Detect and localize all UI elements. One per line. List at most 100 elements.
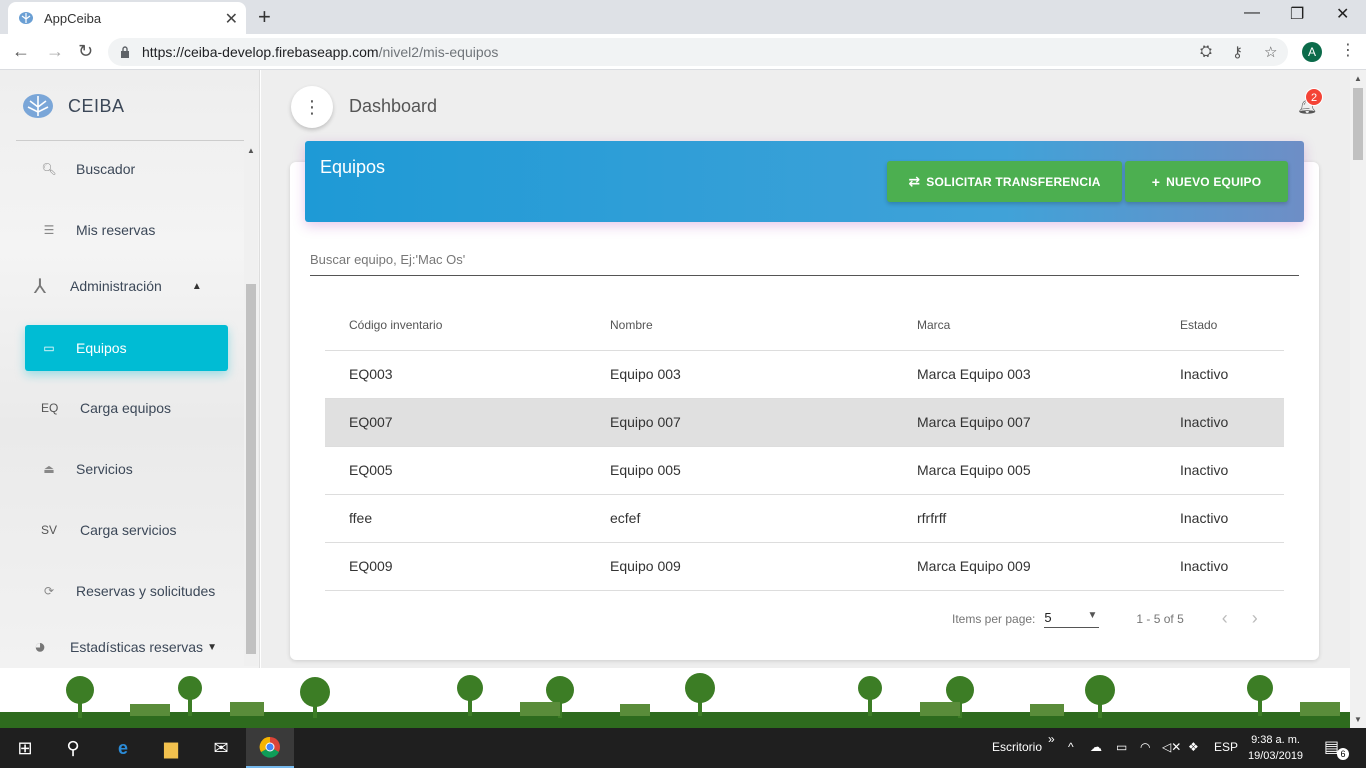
sidebar-item-equipos[interactable]: ▭ Equipos bbox=[25, 325, 228, 371]
toolbar-expand-icon[interactable]: » bbox=[1048, 732, 1055, 746]
previous-page-icon[interactable]: ‹ bbox=[1222, 608, 1228, 629]
back-icon[interactable]: ← bbox=[12, 41, 30, 62]
lock-icon bbox=[121, 46, 129, 58]
scroll-down-icon[interactable]: ▼ bbox=[1354, 715, 1362, 724]
table-cell: Marca Equipo 003 bbox=[917, 350, 1180, 399]
column-header[interactable]: Marca bbox=[917, 300, 1180, 351]
items-per-page-label: Items per page: bbox=[952, 611, 1036, 626]
url-field[interactable]: https://ceiba-develop.firebaseapp.com/ni… bbox=[108, 38, 1288, 66]
brand[interactable]: CEIBA bbox=[22, 92, 125, 120]
scrollbar-thumb[interactable] bbox=[1353, 88, 1363, 160]
sidebar-item-label: Buscador bbox=[76, 161, 136, 177]
browser-menu-icon[interactable]: ⋮ bbox=[1340, 40, 1356, 60]
more-vert-icon: ⋮ bbox=[303, 97, 321, 117]
search-placeholder: Buscar equipo, Ej:'Mac Os' bbox=[310, 252, 466, 267]
table-row[interactable]: EQ003 Equipo 003 Marca Equipo 003 Inacti… bbox=[325, 350, 1284, 399]
caret-down-icon: ▼ bbox=[207, 641, 217, 653]
key-icon[interactable]: ⚷ bbox=[1232, 43, 1243, 61]
search-input[interactable]: Buscar equipo, Ej:'Mac Os' bbox=[310, 252, 1299, 276]
minimize-icon[interactable]: — bbox=[1244, 4, 1260, 22]
search-icon[interactable]: ⚲ bbox=[60, 736, 86, 760]
edge-icon[interactable]: e bbox=[110, 736, 136, 760]
language-indicator[interactable]: ESP bbox=[1214, 740, 1238, 754]
column-header[interactable]: Nombre bbox=[610, 300, 917, 351]
table-cell: EQ007 bbox=[325, 398, 610, 447]
action-center-badge: 6 bbox=[1337, 748, 1349, 760]
equipos-table: Código inventario Nombre Marca Estado EQ… bbox=[325, 300, 1284, 591]
button-label: NUEVO EQUIPO bbox=[1166, 174, 1262, 189]
transfer-icon: ⇄ bbox=[908, 173, 921, 189]
next-page-icon[interactable]: › bbox=[1252, 608, 1258, 629]
onedrive-icon[interactable]: ☁ bbox=[1090, 740, 1102, 754]
sidebar-item-mis-reservas[interactable]: ☰ Mis reservas bbox=[25, 207, 228, 253]
paginator: Items per page: 5 ▼ 1 - 5 of 5 ‹ › bbox=[952, 608, 1258, 629]
card-title: Equipos bbox=[320, 157, 386, 177]
column-header[interactable]: Código inventario bbox=[325, 300, 610, 351]
sidebar-item-label: Carga servicios bbox=[80, 522, 177, 538]
scroll-up-icon[interactable]: ▲ bbox=[247, 146, 255, 155]
sidebar-item-carga-servicios[interactable]: SV Carga servicios bbox=[25, 507, 228, 553]
battery-icon[interactable]: ▭ bbox=[1116, 740, 1127, 754]
windows-taskbar: ⊞ ⚲ e ▆ ✉ Escritorio » ^ ☁ ▭ ◠ ◁✕ ❖ ESP … bbox=[0, 728, 1366, 768]
table-row[interactable]: EQ005 Equipo 005 Marca Equipo 005 Inacti… bbox=[325, 446, 1284, 495]
page-scrollbar[interactable]: ▲ ▼ bbox=[1350, 70, 1366, 728]
browser-tab[interactable]: AppCeiba ✕ bbox=[8, 2, 246, 34]
eject-icon: ⏏ bbox=[43, 462, 55, 476]
dropbox-icon[interactable]: ❖ bbox=[1188, 740, 1199, 754]
column-header[interactable]: Estado bbox=[1180, 300, 1284, 351]
windows-start-icon[interactable]: ⊞ bbox=[12, 736, 38, 760]
scrollbar-thumb[interactable] bbox=[246, 284, 256, 654]
table-cell: Inactivo bbox=[1180, 542, 1284, 591]
page-title: Dashboard bbox=[349, 96, 438, 116]
reload-icon[interactable]: ↻ bbox=[78, 41, 93, 62]
wifi-icon[interactable]: ◠ bbox=[1140, 740, 1150, 754]
forward-icon[interactable]: → bbox=[46, 41, 64, 62]
clock-time: 9:38 a. m. bbox=[1251, 734, 1300, 746]
table-cell: EQ009 bbox=[325, 542, 610, 591]
table-cell: Inactivo bbox=[1180, 494, 1284, 543]
new-tab-icon[interactable]: + bbox=[258, 4, 271, 30]
sidebar-scrollbar[interactable]: ▲ bbox=[244, 142, 258, 666]
volume-muted-icon[interactable]: ◁✕ bbox=[1162, 740, 1181, 754]
page-size-value: 5 bbox=[1044, 609, 1052, 625]
url-path: /nivel2/mis-equipos bbox=[378, 44, 499, 60]
sync-icon: ⟳ bbox=[43, 584, 55, 598]
sidebar-item-servicios[interactable]: ⏏ Servicios bbox=[25, 446, 228, 492]
close-window-icon[interactable]: ✕ bbox=[1336, 4, 1349, 24]
desktop-toolbar-label[interactable]: Escritorio bbox=[992, 740, 1042, 754]
sidebar-item-buscador[interactable]: 🔍︎ Buscador bbox=[25, 146, 228, 192]
system-clock[interactable]: 9:38 a. m. 19/03/2019 bbox=[1248, 732, 1303, 764]
restore-icon[interactable]: ❐ bbox=[1290, 4, 1304, 24]
bookmark-star-icon[interactable]: ☆ bbox=[1264, 43, 1277, 61]
sidebar-item-reservas-solicitudes[interactable]: ⟳ Reservas y solicitudes bbox=[25, 568, 228, 614]
table-row[interactable]: EQ007 Equipo 007 Marca Equipo 007 Inacti… bbox=[325, 398, 1284, 447]
ceiba-favicon-icon bbox=[19, 12, 33, 24]
table-cell: rfrfrff bbox=[917, 494, 1180, 543]
chrome-icon[interactable] bbox=[257, 736, 283, 760]
pie-chart-icon: ◕ bbox=[33, 635, 47, 658]
button-label: SOLICITAR TRANSFERENCIA bbox=[926, 174, 1101, 189]
solicitar-transferencia-button[interactable]: ⇄ SOLICITAR TRANSFERENCIA bbox=[887, 161, 1122, 202]
table-cell: ecfef bbox=[610, 494, 917, 543]
plus-icon: + bbox=[1151, 173, 1161, 190]
sidebar-item-administracion[interactable]: ⅄ Administración ▲ bbox=[20, 263, 223, 309]
profile-avatar[interactable]: A bbox=[1302, 42, 1322, 62]
file-explorer-icon[interactable]: ▆ bbox=[158, 736, 184, 760]
close-tab-icon[interactable]: ✕ bbox=[225, 9, 238, 29]
mail-icon[interactable]: ✉ bbox=[208, 736, 234, 760]
table-row[interactable]: EQ009 Equipo 009 Marca Equipo 009 Inacti… bbox=[325, 542, 1284, 591]
page-size-select[interactable]: 5 ▼ bbox=[1044, 609, 1100, 628]
table-row[interactable]: ffee ecfef rfrfrff Inactivo bbox=[325, 494, 1284, 543]
show-hidden-icons-icon[interactable]: ^ bbox=[1068, 740, 1074, 754]
sidebar-item-estadisticas[interactable]: ◕ Estadísticas reservas ▼ bbox=[20, 624, 223, 668]
sidebar-item-label: Reservas y solicitudes bbox=[76, 583, 216, 599]
sidebar-item-label: Estadísticas reservas bbox=[70, 639, 204, 655]
laptop-icon: ▭ bbox=[43, 341, 55, 355]
sidebar-item-carga-equipos[interactable]: EQ Carga equipos bbox=[25, 385, 228, 431]
more-options-button[interactable]: ⋮ bbox=[291, 86, 333, 128]
nuevo-equipo-button[interactable]: + NUEVO EQUIPO bbox=[1125, 161, 1288, 202]
scroll-up-icon[interactable]: ▲ bbox=[1354, 74, 1362, 83]
translate-icon[interactable]: ⛭ bbox=[1200, 43, 1212, 60]
caret-up-icon: ▲ bbox=[191, 280, 202, 292]
hub-icon: ⅄ bbox=[33, 275, 47, 298]
